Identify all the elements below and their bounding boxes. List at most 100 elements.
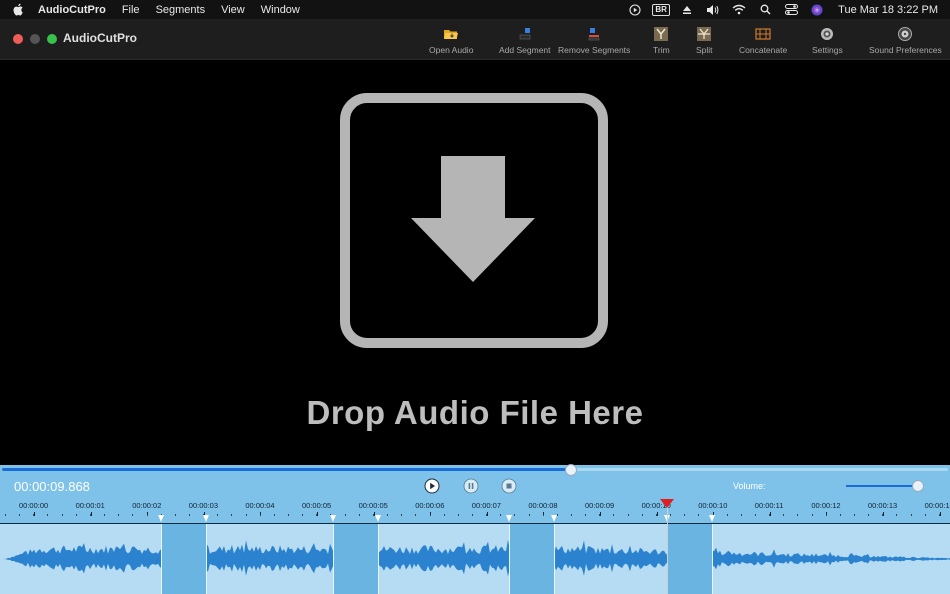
volume-knob[interactable]: [911, 480, 924, 492]
minor-tick-mark: [571, 514, 572, 516]
segment-boundary-line: [160, 524, 162, 594]
menu-file[interactable]: File: [122, 4, 140, 16]
playhead-marker[interactable]: [660, 499, 675, 508]
segment-boundary-marker[interactable]: [375, 515, 382, 522]
playback-progress-slider[interactable]: [2, 464, 948, 476]
trim-button[interactable]: Trim: [653, 26, 670, 55]
segment-boundary-marker[interactable]: [157, 515, 164, 522]
volume-label: Volume:: [733, 481, 766, 491]
minor-tick-mark: [47, 514, 49, 516]
settings-button[interactable]: Settings: [812, 26, 843, 55]
drop-download-icon: [340, 93, 608, 348]
tick-label: 00:00:05: [302, 501, 332, 510]
minor-tick-mark: [684, 514, 686, 516]
minor-tick-mark: [910, 514, 912, 516]
minor-tick-mark: [486, 514, 488, 516]
minor-tick-mark: [542, 514, 544, 516]
concatenate-button[interactable]: Concatenate: [739, 26, 787, 55]
minor-tick-mark: [839, 514, 841, 516]
add-segment-button[interactable]: Add Segment: [499, 26, 551, 55]
siri-icon[interactable]: [810, 4, 824, 16]
stop-button[interactable]: [501, 478, 517, 494]
close-window-button[interactable]: [13, 34, 23, 44]
minor-tick-mark: [174, 514, 176, 516]
spotlight-search-icon[interactable]: [758, 4, 772, 16]
playback-progress-fill: [2, 468, 570, 471]
minor-tick-mark: [217, 514, 219, 516]
minor-tick-mark: [75, 514, 77, 516]
wifi-icon[interactable]: [732, 4, 746, 16]
pause-button[interactable]: [463, 478, 479, 494]
window-controls: [13, 34, 57, 44]
waveform-area[interactable]: [0, 499, 950, 594]
trim-icon: [654, 27, 669, 41]
segment-region[interactable]: [508, 524, 554, 594]
split-button[interactable]: Split: [696, 26, 713, 55]
volume-status-icon[interactable]: [706, 4, 720, 16]
minor-tick-mark: [61, 514, 63, 516]
eject-icon[interactable]: [680, 4, 694, 16]
menu-app-name[interactable]: AudioCutPro: [38, 4, 106, 16]
tick-label: 00:00:10: [698, 501, 728, 510]
minor-tick-mark: [33, 514, 35, 516]
menu-segments[interactable]: Segments: [156, 4, 206, 16]
segment-boundary-line: [712, 524, 714, 594]
segment-boundary-marker[interactable]: [202, 515, 209, 522]
minor-tick-mark: [655, 514, 657, 516]
segment-boundary-marker[interactable]: [550, 515, 557, 522]
zoom-window-button[interactable]: [47, 34, 57, 44]
segment-boundary-line: [553, 524, 555, 594]
minor-tick-mark: [401, 514, 403, 516]
split-icon: [697, 27, 712, 41]
volume-fill: [846, 485, 917, 487]
minor-tick-mark: [245, 514, 247, 516]
remove-segments-label: Remove Segments: [558, 45, 631, 55]
minor-tick-mark: [627, 514, 629, 516]
gear-icon: [821, 28, 834, 40]
playback-progress-knob[interactable]: [564, 464, 577, 476]
input-source-icon[interactable]: BR: [652, 3, 670, 16]
waveform: [4, 539, 950, 577]
segment-boundary-line: [378, 524, 380, 594]
current-time: 00:00:09.868: [14, 479, 90, 494]
minor-tick-mark: [500, 514, 502, 516]
menu-view[interactable]: View: [221, 4, 245, 16]
play-button[interactable]: [424, 478, 440, 494]
remove-segments-button[interactable]: Remove Segments: [558, 26, 630, 55]
drop-zone-text: Drop Audio File Here: [306, 394, 644, 431]
segment-boundary-line: [508, 524, 510, 594]
apple-menu-icon[interactable]: [12, 3, 26, 16]
control-center-icon[interactable]: [784, 4, 798, 16]
minor-tick-mark: [104, 514, 106, 516]
segment-boundary-marker[interactable]: [330, 515, 337, 522]
menubar-clock[interactable]: Tue Mar 18 3:22 PM: [838, 4, 938, 16]
minor-tick-mark: [188, 514, 190, 516]
minor-tick-mark: [556, 514, 558, 516]
minor-tick-mark: [132, 514, 134, 516]
window-title: AudioCutPro: [63, 31, 137, 45]
segment-boundary-marker[interactable]: [709, 515, 716, 522]
segment-region[interactable]: [667, 524, 713, 594]
minor-tick-mark: [259, 514, 261, 516]
segment-region[interactable]: [333, 524, 379, 594]
minor-tick-mark: [868, 514, 870, 516]
volume-slider[interactable]: [846, 480, 924, 492]
window-toolbar: AudioCutPro Open Audio Add Segment Remov…: [0, 19, 950, 60]
sound-preferences-button[interactable]: Sound Preferences: [869, 26, 942, 55]
minor-tick-mark: [740, 514, 742, 516]
segment-boundary-marker[interactable]: [505, 515, 512, 522]
minimize-window-button[interactable]: [30, 34, 40, 44]
menu-window[interactable]: Window: [261, 4, 300, 16]
minor-tick-mark: [19, 514, 21, 516]
playhead-line: [667, 500, 669, 594]
play-status-icon[interactable]: [628, 3, 642, 16]
timeline-ruler[interactable]: 00:00:00 00:00:01 00:00:02 00:00:03 00:00:04…: [0, 500, 950, 524]
tick-label: 00:00:03: [188, 501, 218, 510]
tick-label: 00:00:01: [75, 501, 105, 510]
segment-region[interactable]: [160, 524, 206, 594]
minor-tick-mark: [924, 514, 926, 516]
minor-tick-mark: [358, 514, 360, 516]
open-audio-button[interactable]: Open Audio: [429, 26, 473, 55]
drop-zone[interactable]: Drop Audio File Here: [0, 60, 950, 465]
minor-tick-mark: [5, 514, 6, 516]
